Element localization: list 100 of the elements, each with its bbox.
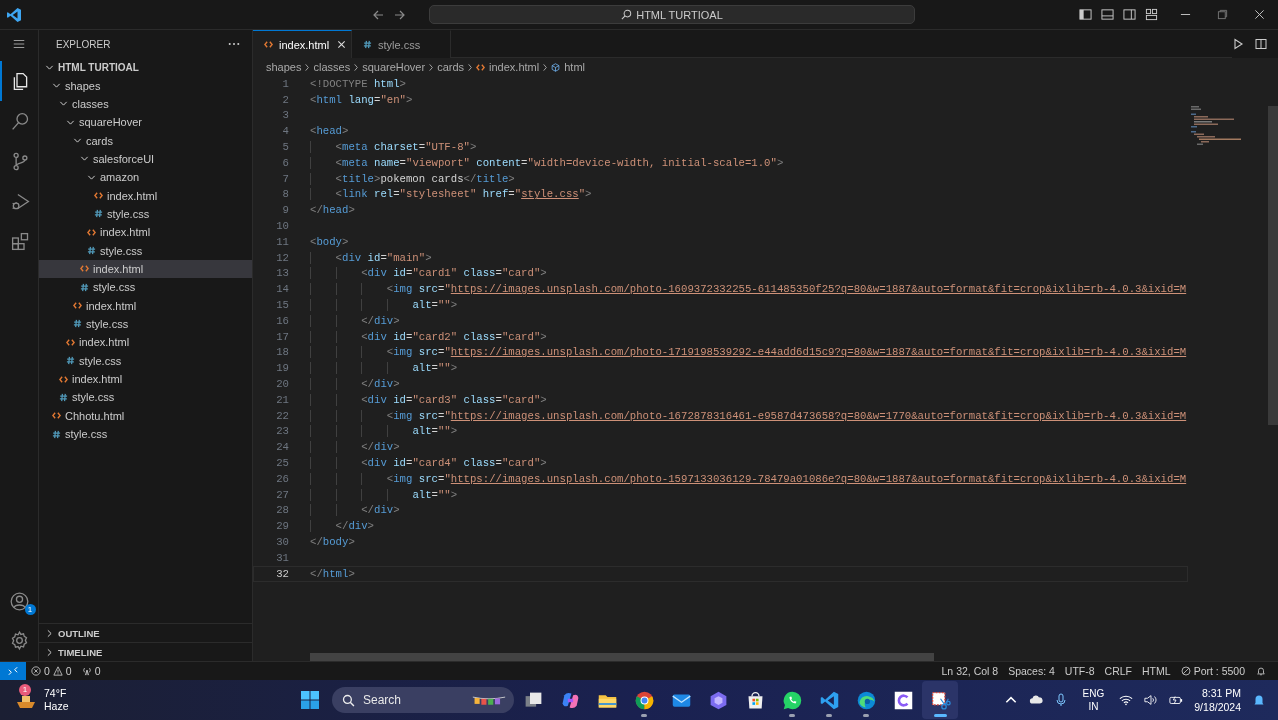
cloud-icon[interactable] <box>1028 693 1043 707</box>
status-item[interactable]: CRLF <box>1099 665 1138 677</box>
taskbar-app[interactable] <box>922 681 958 719</box>
weather-widget[interactable]: 1 74°F Haze <box>14 687 214 713</box>
split-editor-icon[interactable] <box>1255 38 1267 50</box>
microphone-icon[interactable] <box>1053 693 1068 707</box>
tree-item[interactable]: cards <box>39 131 252 150</box>
layout-icon[interactable] <box>1145 8 1158 21</box>
notification-badge: 1 <box>19 684 31 696</box>
tree-item[interactable]: index.html <box>39 259 252 279</box>
line-number: 22 <box>275 409 289 422</box>
line-number: 9 <box>281 204 289 217</box>
tree-item[interactable]: style.css <box>39 241 252 260</box>
menu-icon[interactable] <box>12 37 26 51</box>
more-icon[interactable] <box>228 42 240 46</box>
code-line: </head> <box>310 203 355 218</box>
close-icon[interactable] <box>337 40 347 49</box>
tree-item[interactable]: squareHover <box>39 113 252 132</box>
status-item[interactable]: UTF-8 <box>1059 665 1100 677</box>
tree-item[interactable]: salesforceUI <box>39 149 252 169</box>
breadcrumb-item[interactable]: shapes <box>266 61 302 73</box>
code-line: <link rel="stylesheet" href="style.css"> <box>310 187 592 202</box>
panel-toggle-icon[interactable] <box>1101 8 1114 21</box>
code-line: <!DOCTYPE html> <box>310 76 406 91</box>
input-language-indicator[interactable]: ENG IN <box>1082 687 1105 713</box>
problems-button[interactable]: 0 0 <box>26 665 77 677</box>
status-item[interactable]: HTML <box>1137 665 1176 677</box>
error-icon <box>31 666 41 676</box>
tree-item[interactable]: style.css <box>39 424 252 444</box>
breadcrumb-item[interactable]: cards <box>437 61 465 73</box>
tree-item[interactable]: index.html <box>39 369 252 389</box>
breadcrumb-item[interactable]: html <box>551 61 585 73</box>
status-item[interactable]: Ln 32, Col 8 <box>936 665 1004 677</box>
workspace-title: HTML TURTIOAL <box>636 8 723 21</box>
tree-item[interactable]: style.css <box>39 204 252 224</box>
sidebar-toggle-icon[interactable] <box>1079 8 1092 21</box>
vertical-scrollbar[interactable] <box>1268 106 1278 425</box>
account-icon[interactable] <box>8 590 30 612</box>
tree-item[interactable]: classes <box>39 94 252 114</box>
tree-item[interactable]: style.css <box>39 278 252 297</box>
tree-item[interactable]: index.html <box>39 333 252 352</box>
minimap[interactable] <box>1191 106 1241 146</box>
date: 9/18/2024 <box>1194 700 1241 714</box>
forward-arrow-icon[interactable] <box>393 8 407 21</box>
bell-icon[interactable] <box>1256 666 1266 676</box>
line-number: 29 <box>275 520 289 533</box>
breadcrumb-item[interactable]: index.html <box>476 61 540 73</box>
angle-brackets-icon <box>52 411 61 421</box>
run-icon[interactable] <box>1232 38 1244 50</box>
code-line: <head> <box>310 124 349 139</box>
editor-tab[interactable]: index.html <box>253 30 352 58</box>
tree-item[interactable]: style.css <box>39 314 252 334</box>
taskbar-search-field[interactable]: Search <box>332 687 514 713</box>
search-icon <box>9 110 31 132</box>
angle-brackets-icon <box>59 374 68 384</box>
bell-icon[interactable] <box>1252 693 1266 707</box>
tree-item[interactable]: Chhotu.html <box>39 406 252 425</box>
battery-icon[interactable] <box>1169 693 1184 707</box>
line-number: 26 <box>275 472 289 485</box>
wifi-icon[interactable] <box>1119 693 1134 707</box>
status-item[interactable]: Spaces: 4 <box>1003 665 1060 677</box>
line-number: 8 <box>281 188 289 201</box>
tree-item[interactable]: index.html <box>39 223 252 242</box>
back-arrow-icon[interactable] <box>371 8 385 21</box>
editor-tab[interactable]: style.css <box>352 30 451 58</box>
line-number: 23 <box>275 425 289 438</box>
restore-icon[interactable] <box>1217 9 1228 20</box>
hash-icon <box>80 282 89 292</box>
close-icon[interactable] <box>1254 9 1265 20</box>
tree-item[interactable]: shapes <box>39 76 252 95</box>
tree-item[interactable]: style.css <box>39 388 252 407</box>
clock[interactable]: 8:31 PM 9/18/2024 <box>1194 686 1241 714</box>
line-number: 19 <box>275 362 289 375</box>
tree-item[interactable]: index.html <box>39 296 252 315</box>
line-number: 20 <box>275 378 289 391</box>
code-line: <div id="card2" class="card"> <box>310 329 547 344</box>
breadcrumb-item[interactable]: classes <box>313 61 351 73</box>
live-server-button[interactable]: Port : 5500 <box>1175 665 1250 677</box>
line-number: 31 <box>275 551 289 564</box>
port-count: 0 <box>94 665 101 677</box>
code-line: </body> <box>310 535 355 549</box>
angle-brackets-icon <box>264 40 273 49</box>
horizontal-scrollbar[interactable] <box>310 653 934 661</box>
hash-icon <box>52 429 61 439</box>
language-code: ENG <box>1082 687 1105 700</box>
section-header[interactable]: OUTLINE <box>39 623 252 642</box>
speaker-icon[interactable] <box>1144 693 1159 707</box>
tree-item[interactable]: index.html <box>39 186 252 205</box>
line-number: 7 <box>281 172 289 185</box>
hash-icon <box>363 40 372 49</box>
tree-item[interactable]: HTML TURTIOAL <box>39 58 252 77</box>
secondary-sidebar-icon[interactable] <box>1123 8 1136 21</box>
breadcrumb-item[interactable]: squareHover <box>362 61 426 73</box>
line-number: 25 <box>275 457 289 469</box>
windows-start-icon[interactable] <box>300 690 320 710</box>
hash-icon <box>94 209 103 219</box>
command-search-field[interactable]: HTML TURTIOAL <box>429 5 915 24</box>
tree-item[interactable]: style.css <box>39 351 252 370</box>
ports-button[interactable]: 0 <box>76 665 106 677</box>
tree-item[interactable]: amazon <box>39 168 252 187</box>
